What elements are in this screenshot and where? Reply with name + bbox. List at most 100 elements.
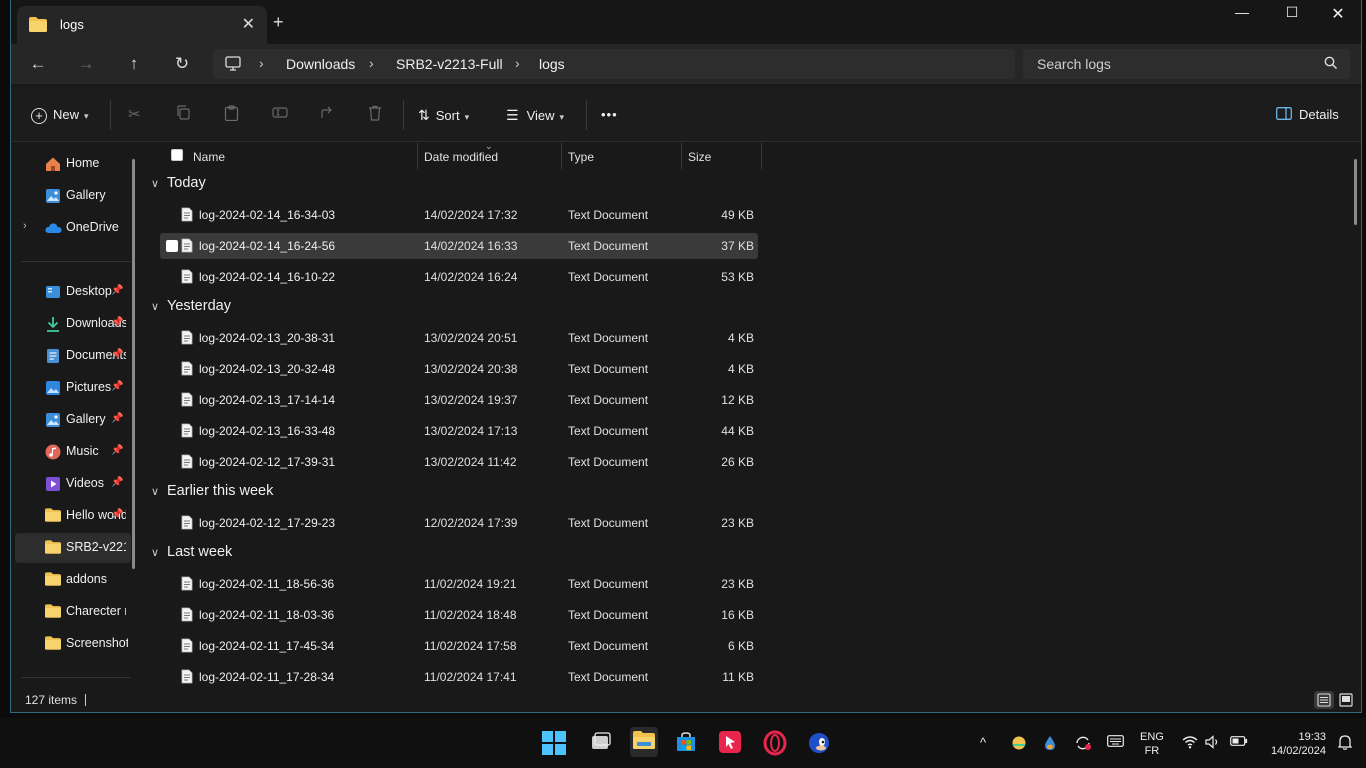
up-arrow-icon[interactable]: ↑ <box>121 52 147 76</box>
sidebar-item-charecter-mods[interactable]: Charecter mods <box>11 597 135 627</box>
pin-icon[interactable]: 📌 <box>111 509 123 520</box>
chevron-right-icon[interactable]: › <box>515 55 520 71</box>
cursor-app-icon[interactable] <box>718 730 744 756</box>
share-icon[interactable] <box>320 105 336 125</box>
start-windows-icon[interactable] <box>541 730 567 756</box>
battery-icon[interactable] <box>1230 735 1248 750</box>
column-date-modified[interactable]: Date modified <box>424 150 498 164</box>
table-row[interactable]: log-2024-02-14_16-10-22 14/02/2024 16:24 T… <box>160 264 758 290</box>
pin-icon[interactable]: 📌 <box>111 381 123 392</box>
sync-tray-icon[interactable] <box>1074 735 1092 754</box>
table-row[interactable]: log-2024-02-11_18-03-36 11/02/2024 18:48 T… <box>160 602 758 628</box>
details-view-icon[interactable] <box>1314 691 1334 709</box>
weather-tray-icon[interactable] <box>1011 735 1027 754</box>
pin-icon[interactable]: 📌 <box>111 285 123 296</box>
table-row[interactable]: log-2024-02-13_17-14-14 13/02/2024 19:37 T… <box>160 387 758 413</box>
sidebar-item-documents[interactable]: Documents 📌 <box>11 341 135 371</box>
group-header[interactable]: ∨ Earlier this week <box>151 483 273 503</box>
cut-icon[interactable]: ✂ <box>128 105 141 125</box>
input-language-indicator[interactable]: ENG FR <box>1140 730 1164 758</box>
pin-icon[interactable]: 📌 <box>111 477 123 488</box>
chevron-down-icon: ∨ <box>151 486 160 498</box>
search-input[interactable]: Search logs <box>1023 49 1350 79</box>
address-bar[interactable]: › Downloads › SRB2-v2213-Full › logs <box>213 49 1015 79</box>
sidebar-item-downloads[interactable]: Downloads 📌 <box>11 309 135 339</box>
delete-icon[interactable] <box>368 105 382 125</box>
sort-button[interactable]: ⇅ Sort ▾ <box>418 105 469 125</box>
pin-icon[interactable]: 📌 <box>111 317 123 328</box>
sidebar-item-addons[interactable]: addons <box>11 565 135 595</box>
details-button[interactable]: Details <box>1276 105 1339 125</box>
new-button[interactable]: + New ▾ <box>31 105 89 125</box>
more-options-icon[interactable]: ••• <box>601 105 618 125</box>
file-list-scrollbar[interactable] <box>1354 159 1357 225</box>
group-header[interactable]: ∨ Yesterday <box>151 298 231 318</box>
taskbar-clock[interactable]: 19:33 14/02/2024 <box>1271 730 1326 758</box>
maximize-icon[interactable]: ☐ <box>1269 4 1315 21</box>
sidebar-item-gallery-pinned[interactable]: Gallery 📌 <box>11 405 135 435</box>
group-header[interactable]: ∨ Today <box>151 175 206 195</box>
table-row[interactable]: log-2024-02-11_17-45-34 11/02/2024 17:58 T… <box>160 633 758 659</box>
view-button[interactable]: ☰ View ▾ <box>506 105 564 125</box>
sidebar-item-srb2[interactable]: SRB2-v2213-Full <box>15 533 131 563</box>
copy-icon[interactable] <box>176 105 191 125</box>
pin-icon[interactable]: 📌 <box>111 413 123 424</box>
pin-icon[interactable]: 📌 <box>111 349 123 360</box>
droplet-tray-icon[interactable] <box>1043 735 1057 754</box>
table-row[interactable]: log-2024-02-12_17-29-23 12/02/2024 17:39 T… <box>160 510 758 536</box>
wifi-icon[interactable] <box>1182 735 1198 752</box>
select-all-checkbox[interactable] <box>171 149 183 161</box>
sidebar-item-videos[interactable]: Videos 📌 <box>11 469 135 499</box>
table-row[interactable]: log-2024-02-14_16-24-56 14/02/2024 16:33 T… <box>160 233 758 259</box>
rename-icon[interactable] <box>272 105 288 125</box>
sidebar-item-music[interactable]: Music 📌 <box>11 437 135 467</box>
sidebar-scrollbar[interactable] <box>132 159 135 569</box>
task-view-icon[interactable] <box>589 730 615 756</box>
close-icon[interactable]: ✕ <box>1315 4 1361 24</box>
microsoft-store-icon[interactable] <box>674 730 700 756</box>
volume-icon[interactable] <box>1205 735 1221 752</box>
breadcrumb-downloads[interactable]: Downloads <box>286 56 355 72</box>
keyboard-tray-icon[interactable] <box>1107 735 1124 750</box>
table-row[interactable]: log-2024-02-14_16-34-03 14/02/2024 17:32 T… <box>160 202 758 228</box>
breadcrumb-logs[interactable]: logs <box>539 56 565 72</box>
notifications-bell-icon[interactable] <box>1337 734 1353 753</box>
table-row[interactable]: log-2024-02-13_20-32-48 13/02/2024 20:38 T… <box>160 356 758 382</box>
file-explorer-app-icon[interactable] <box>630 727 658 757</box>
column-type[interactable]: Type <box>568 150 594 164</box>
sidebar-item-onedrive[interactable]: › OneDrive <box>11 213 135 243</box>
back-arrow-icon[interactable]: ← <box>25 52 51 76</box>
forward-arrow-icon[interactable]: → <box>73 52 99 76</box>
sidebar-item-screenshots[interactable]: Screenshots <box>11 629 135 659</box>
tiles-view-icon[interactable] <box>1336 691 1356 709</box>
sidebar-item-gallery[interactable]: Gallery <box>11 181 135 211</box>
chevron-right-icon[interactable]: › <box>369 55 374 71</box>
show-hidden-icons-chevron[interactable]: ^ <box>980 735 986 750</box>
chevron-right-icon[interactable]: › <box>23 220 27 232</box>
breadcrumb-srb2[interactable]: SRB2-v2213-Full <box>396 56 503 72</box>
tab-close-icon[interactable]: ✕ <box>242 14 255 34</box>
chevron-right-icon[interactable]: › <box>259 55 264 71</box>
table-row[interactable]: log-2024-02-13_20-38-31 13/02/2024 20:51 T… <box>160 325 758 351</box>
table-row[interactable]: log-2024-02-11_18-56-36 11/02/2024 19:21 T… <box>160 571 758 597</box>
minimize-icon[interactable]: — <box>1219 4 1265 20</box>
table-row[interactable]: log-2024-02-13_16-33-48 13/02/2024 17:13 T… <box>160 418 758 444</box>
sidebar-item-hello-world[interactable]: Hello world 📌 <box>11 501 135 531</box>
group-header[interactable]: ∨ Last week <box>151 544 232 564</box>
srb2-game-icon[interactable] <box>806 730 832 756</box>
sidebar-item-home[interactable]: Home <box>11 149 135 179</box>
sidebar-item-pictures[interactable]: Pictures 📌 <box>11 373 135 403</box>
paste-icon[interactable] <box>224 105 239 125</box>
column-name[interactable]: Name <box>193 150 225 164</box>
row-checkbox[interactable] <box>166 240 178 252</box>
sidebar-item-desktop[interactable]: Desktop 📌 <box>11 277 135 307</box>
refresh-icon[interactable]: ↻ <box>169 52 195 76</box>
opera-gx-icon[interactable] <box>762 730 788 756</box>
tab-logs[interactable]: logs ✕ <box>17 6 267 44</box>
pin-icon[interactable]: 📌 <box>111 445 123 456</box>
column-size[interactable]: Size <box>688 150 711 164</box>
folder-icon <box>45 604 61 620</box>
this-pc-icon[interactable] <box>225 56 241 74</box>
new-tab-icon[interactable]: + <box>273 12 284 33</box>
table-row[interactable]: log-2024-02-12_17-39-31 13/02/2024 11:42 T… <box>160 449 758 475</box>
